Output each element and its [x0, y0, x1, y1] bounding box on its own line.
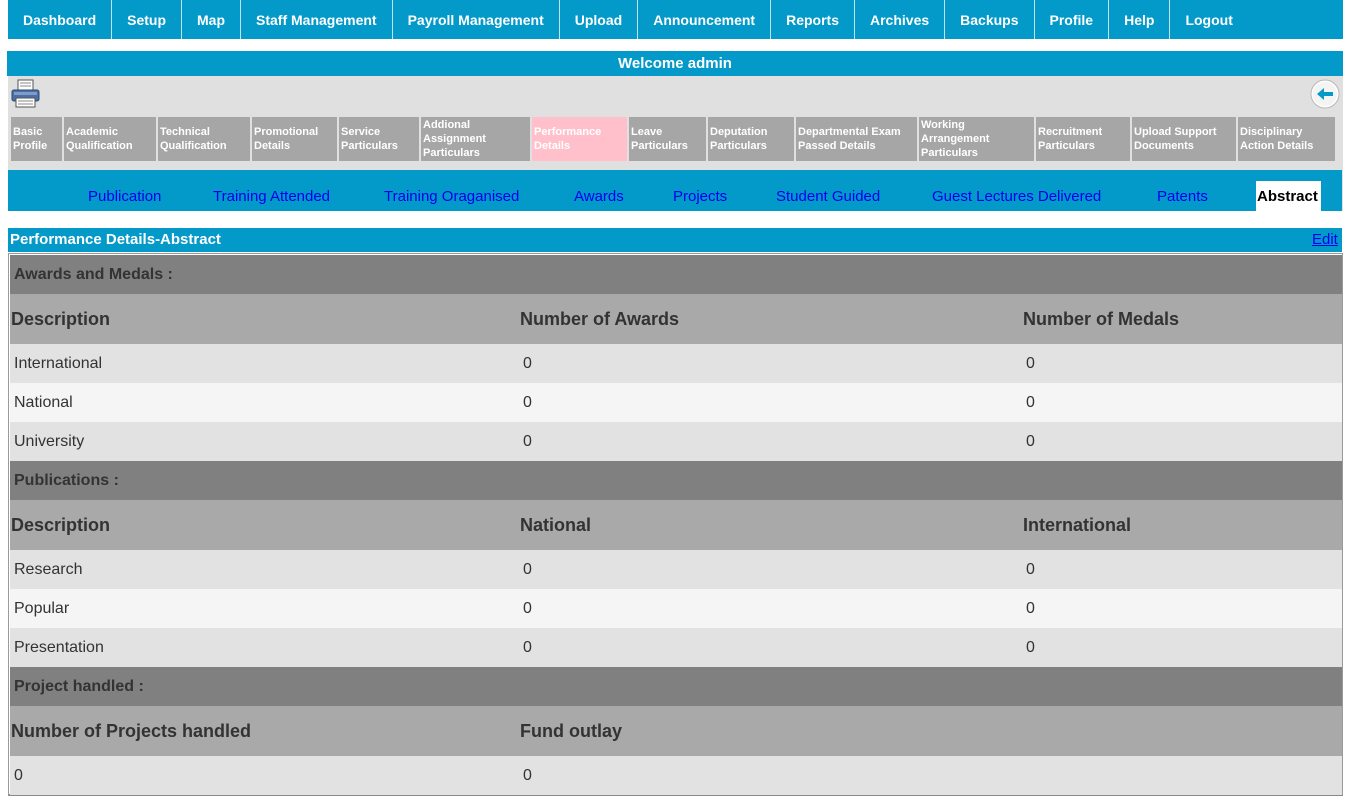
group-header-projects: Project handled :: [10, 667, 1342, 706]
table-row: Research 0 0: [10, 550, 1342, 589]
table-header-row: Number of Projects handled Fund outlay: [10, 706, 1342, 756]
profile-subtabs: Basic Profile Academic Qualification Tec…: [11, 117, 1339, 161]
col-header: National: [520, 514, 592, 535]
col-header: Fund outlay: [520, 720, 622, 741]
table-cell: 0: [523, 599, 532, 617]
table-row: Popular 0 0: [10, 589, 1342, 628]
back-arrow-icon[interactable]: [1310, 79, 1340, 109]
table-cell: 0: [523, 393, 532, 411]
table-cell: Popular: [14, 599, 70, 617]
subtab-academic-qualification[interactable]: Academic Qualification: [64, 117, 156, 161]
tab-abstract[interactable]: Abstract: [1256, 181, 1321, 211]
group-title: Awards and Medals :: [14, 265, 173, 283]
table-cell: 0: [523, 354, 532, 372]
nav-logout[interactable]: Logout: [1170, 0, 1247, 39]
table-cell: 0: [523, 766, 532, 784]
tab-awards[interactable]: Awards: [574, 181, 624, 211]
nav-dashboard[interactable]: Dashboard: [8, 0, 113, 39]
printer-icon[interactable]: [10, 79, 41, 108]
group-header-awards: Awards and Medals :: [10, 255, 1342, 294]
table-cell: 0: [14, 766, 23, 784]
table-row: University 0 0: [10, 422, 1342, 461]
col-header: Description: [11, 514, 111, 535]
subtab-performance-details[interactable]: Performance Details: [532, 117, 627, 161]
table-cell: International: [14, 354, 103, 372]
subtab-upload-support-documents[interactable]: Upload Support Documents: [1132, 117, 1236, 161]
section-title: Performance Details-Abstract: [10, 231, 221, 248]
subtab-service-particulars[interactable]: Service Particulars: [339, 117, 419, 161]
tab-training-organised[interactable]: Training Oraganised: [384, 181, 519, 211]
nav-archives[interactable]: Archives: [855, 0, 946, 39]
col-header: Number of Projects handled: [11, 720, 252, 741]
table-cell: 0: [1026, 599, 1035, 617]
table-cell: 0: [1026, 432, 1035, 450]
nav-upload[interactable]: Upload: [560, 0, 639, 39]
table-cell: 0: [1026, 393, 1035, 411]
subtab-promotional-details[interactable]: Promotional Details: [252, 117, 337, 161]
table-row: 0 0: [10, 756, 1342, 795]
subtab-departmental-exam[interactable]: Departmental Exam Passed Details: [796, 117, 917, 161]
nav-setup[interactable]: Setup: [112, 0, 183, 39]
tab-publication[interactable]: Publication: [88, 181, 161, 211]
top-nav: Dashboard Setup Map Staff Management Pay…: [8, 0, 1343, 39]
nav-reports[interactable]: Reports: [771, 0, 855, 39]
welcome-banner: Welcome admin: [7, 51, 1343, 76]
subtab-additional-assignment[interactable]: Addional Assignment Particulars: [421, 117, 530, 161]
table-cell: Research: [14, 560, 83, 578]
col-header: Number of Awards: [520, 308, 680, 329]
col-header: Description: [11, 308, 111, 329]
table-row: Presentation 0 0: [10, 628, 1342, 667]
nav-staff-management[interactable]: Staff Management: [241, 0, 393, 39]
subtab-deputation-particulars[interactable]: Deputation Particulars: [708, 117, 794, 161]
group-header-publications: Publications :: [10, 461, 1342, 500]
subtab-recruitment-particulars[interactable]: Recruitment Particulars: [1036, 117, 1130, 161]
subtab-technical-qualification[interactable]: Technical Qualification: [158, 117, 250, 161]
nav-announcement[interactable]: Announcement: [638, 0, 772, 39]
nav-help[interactable]: Help: [1109, 0, 1171, 39]
table-cell: Presentation: [14, 638, 104, 656]
table-cell: 0: [1026, 560, 1035, 578]
subtab-leave-particulars[interactable]: Leave Particulars: [629, 117, 706, 161]
table-cell: 0: [1026, 638, 1035, 656]
subtab-basic-profile[interactable]: Basic Profile: [11, 117, 62, 161]
col-header: Number of Medals: [1023, 308, 1180, 329]
tab-patents[interactable]: Patents: [1157, 181, 1208, 211]
nav-profile[interactable]: Profile: [1035, 0, 1110, 39]
table-header-row: Description Number of Awards Number of M…: [10, 294, 1342, 344]
table-cell: 0: [1026, 354, 1035, 372]
col-header: International: [1023, 514, 1132, 535]
tab-student-guided[interactable]: Student Guided: [776, 181, 880, 211]
table-cell: 0: [523, 560, 532, 578]
group-title: Publications :: [14, 471, 119, 489]
edit-link[interactable]: Edit: [1312, 231, 1338, 248]
tab-guest-lectures[interactable]: Guest Lectures Delivered: [932, 181, 1101, 211]
tab-projects[interactable]: Projects: [673, 181, 727, 211]
nav-payroll-management[interactable]: Payroll Management: [393, 0, 560, 39]
table-cell: National: [14, 393, 73, 411]
table-header-row: Description National International: [10, 500, 1342, 550]
tab-training-attended[interactable]: Training Attended: [213, 181, 330, 211]
subtab-disciplinary-action[interactable]: Disciplinary Action Details: [1238, 117, 1335, 161]
nav-map[interactable]: Map: [182, 0, 242, 39]
table-cell: 0: [523, 638, 532, 656]
nav-backups[interactable]: Backups: [945, 0, 1035, 39]
group-title: Project handled :: [14, 677, 144, 695]
abstract-table: Awards and Medals : Description Number o…: [8, 253, 1343, 796]
table-row: International 0 0: [10, 344, 1342, 383]
table-cell: 0: [523, 432, 532, 450]
subtab-working-arrangement[interactable]: Working Arrangement Particulars: [919, 117, 1034, 161]
table-row: National 0 0: [10, 383, 1342, 422]
table-cell: University: [14, 432, 85, 450]
